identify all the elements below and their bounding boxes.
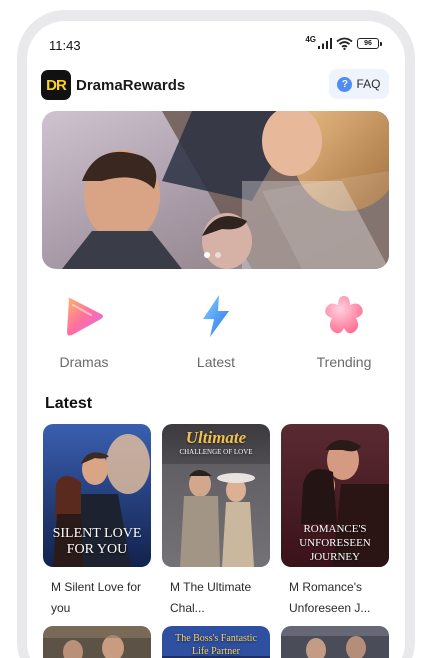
cover-subtitle: CHALLENGE OF LOVE (179, 448, 253, 456)
battery-icon: 96 (357, 38, 382, 49)
cover-art (43, 626, 151, 658)
drama-title: M Silent Love for you (51, 580, 142, 615)
drama-card[interactable]: Ultimate CHALLENGE OF LOVE M The Ultimat… (162, 424, 270, 619)
app-screen: 11:43 4G 96 DR DramaRewards ? FAQ Dramas… (27, 21, 405, 658)
banner-pagination (204, 252, 221, 258)
status-time: 11:43 (49, 38, 81, 53)
status-icons: 4G 96 (305, 35, 382, 50)
drama-card[interactable]: The Boss's Fantastic Life Partner (162, 626, 270, 658)
cover-title: Ultimate (185, 428, 247, 447)
app-header: DR DramaRewards ? FAQ (27, 69, 405, 105)
signal-icon (318, 38, 332, 49)
drama-card[interactable] (281, 626, 389, 658)
flower-star-icon (325, 296, 363, 334)
app-logo: DR (41, 70, 71, 100)
question-mark-icon: ? (337, 76, 353, 92)
drama-card[interactable]: SILENT LOVE FOR YOU M Silent Love for yo… (43, 424, 151, 619)
play-triangle-icon (67, 297, 103, 336)
category-nav: Dramas Latest Trending (27, 291, 405, 371)
drama-cover (43, 626, 151, 658)
drama-cover (281, 626, 389, 658)
drama-card[interactable]: ROMANCE'S UNFORESEEN JOURNEY M Romance's… (281, 424, 389, 619)
category-label: Trending (316, 354, 372, 370)
drama-title: M The Ultimate Chal... (170, 580, 252, 615)
cover-title: The Boss's Fantastic Life Partner (175, 633, 257, 657)
featured-banner[interactable] (42, 111, 389, 269)
network-type: 4G (305, 35, 316, 44)
drama-card[interactable] (43, 626, 151, 658)
logo-text: DR (46, 76, 67, 94)
wifi-icon (336, 37, 353, 50)
cover-title: ROMANCE'S UNFORESEEN JOURNEY (299, 523, 371, 563)
cover-title: SILENT LOVE FOR YOU (52, 526, 142, 557)
banner-image (42, 111, 389, 269)
lightning-bolt-icon (203, 295, 229, 337)
cover-art (281, 626, 389, 658)
drama-cover: The Boss's Fantastic Life Partner (162, 626, 270, 658)
status-bar: 11:43 4G 96 (27, 21, 405, 69)
drama-cover: SILENT LOVE FOR YOU (43, 424, 151, 567)
faq-button[interactable]: ? FAQ (329, 69, 389, 99)
app-title: DramaRewards (76, 77, 186, 94)
category-label: Latest (196, 354, 236, 370)
section-title-latest: Latest (45, 395, 93, 412)
category-latest[interactable]: Latest (171, 291, 261, 370)
drama-cover: ROMANCE'S UNFORESEEN JOURNEY (281, 424, 389, 567)
drama-title: M Romance's Unforeseen J... (289, 580, 371, 615)
category-label: Dramas (59, 354, 109, 370)
faq-label: FAQ (356, 77, 381, 91)
category-trending[interactable]: Trending (299, 291, 389, 370)
pagination-dot-active[interactable] (204, 252, 210, 258)
pagination-dot[interactable] (215, 252, 221, 258)
category-dramas[interactable]: Dramas (39, 291, 129, 370)
battery-level: 96 (364, 40, 372, 47)
drama-cover: Ultimate CHALLENGE OF LOVE (162, 424, 270, 567)
